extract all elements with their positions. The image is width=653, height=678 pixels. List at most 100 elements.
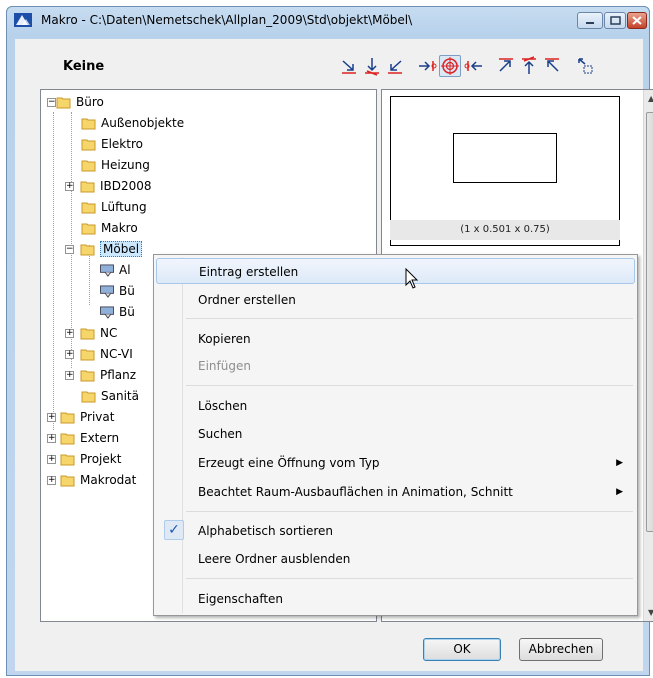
tree-node-label: Büro: [76, 95, 104, 109]
folder-icon: [81, 160, 96, 171]
folder-open-icon: [56, 97, 71, 108]
align-bottom-right-icon[interactable]: [338, 55, 360, 77]
folder-icon: [60, 454, 75, 465]
menu-item-label: Ordner erstellen: [198, 293, 296, 307]
tree-node-makro[interactable]: Makro: [81, 219, 138, 237]
tree-node-label: IBD2008: [100, 179, 152, 193]
align-right-icon[interactable]: [417, 55, 439, 77]
menu-separator: [186, 578, 633, 579]
tree-node-moebel[interactable]: − Möbel: [65, 240, 143, 258]
menu-item-label: Löschen: [198, 399, 248, 413]
tree-node-pflanzen[interactable]: + Pflanz: [65, 366, 136, 384]
folder-open-icon: [80, 244, 95, 255]
tree-node-makrodat[interactable]: + Makrodat: [47, 471, 136, 489]
tree-node-lueftung[interactable]: Lüftung: [81, 198, 147, 216]
align-top-left-icon[interactable]: [541, 55, 563, 77]
expand-icon[interactable]: +: [47, 412, 56, 422]
tree-node-label: Makro: [101, 221, 138, 235]
tree-item-macro-3[interactable]: Bü: [99, 303, 135, 321]
expand-icon[interactable]: +: [65, 181, 74, 191]
center-align-button[interactable]: [439, 55, 461, 77]
align-top-icon[interactable]: [518, 55, 540, 77]
menu-item-label: Kopieren: [198, 332, 251, 346]
scroll-thumb[interactable]: [646, 112, 653, 532]
tree-node-label: Bü: [119, 284, 135, 298]
menu-item-oeffnung-typ[interactable]: Erzeugt eine Öffnung vom Typ ▶: [156, 450, 635, 476]
folder-icon: [80, 328, 95, 339]
tree-node-extern[interactable]: + Extern: [47, 429, 119, 447]
app-icon: [14, 13, 32, 27]
menu-item-raum-ausbauflaechen[interactable]: Beachtet Raum-Ausbauflächen in Animation…: [156, 479, 635, 505]
cancel-button[interactable]: Abbrechen: [519, 638, 603, 661]
selection-label: Keine: [63, 59, 105, 74]
ok-button[interactable]: OK: [423, 638, 501, 661]
tree-node-label: Außenobjekte: [101, 116, 185, 130]
menu-item-label: Alphabetisch sortieren: [198, 524, 334, 538]
tree-node-buero[interactable]: − Büro: [47, 93, 104, 111]
menu-item-ordner-erstellen[interactable]: Ordner erstellen: [156, 287, 635, 313]
align-bottom-left-icon[interactable]: [384, 55, 406, 77]
menu-item-eintrag-erstellen[interactable]: Eintrag erstellen: [156, 258, 635, 284]
minimize-icon: [586, 22, 594, 24]
expand-icon[interactable]: +: [65, 328, 74, 338]
tree-node-label: Sanitä: [101, 389, 139, 403]
context-menu: Eintrag erstellen Ordner erstellen Kopie…: [153, 254, 638, 616]
tree-node-label: Projekt: [80, 452, 122, 466]
tree-node-projekt[interactable]: + Projekt: [47, 450, 121, 468]
maximize-button[interactable]: [604, 12, 626, 29]
scroll-down-icon[interactable]: ▼: [648, 608, 653, 617]
tree-node-label: Pflanz: [100, 368, 137, 382]
align-bottom-icon[interactable]: [361, 55, 383, 77]
folder-icon: [60, 433, 75, 444]
tree-node-nc[interactable]: + NC: [65, 324, 117, 342]
tree-node-privat[interactable]: + Privat: [47, 408, 114, 426]
menu-separator: [186, 318, 633, 319]
title-bar[interactable]: Makro - C:\Daten\Nemetschek\Allplan_2009…: [7, 7, 649, 35]
preview-scrollbar[interactable]: ▲ ▼: [643, 90, 653, 621]
menu-item-label: Einfügen: [198, 359, 251, 373]
tree-node-ibd2008[interactable]: + IBD2008: [65, 177, 152, 195]
tree-node-aussenobjekte[interactable]: Außenobjekte: [81, 114, 184, 132]
folder-icon: [81, 223, 96, 234]
menu-item-label: Erzeugt eine Öffnung vom Typ: [198, 456, 380, 470]
tree-node-label-selected: Möbel: [100, 241, 143, 257]
menu-item-label: Beachtet Raum-Ausbauflächen in Animation…: [198, 485, 513, 499]
expand-icon[interactable]: +: [47, 454, 56, 464]
collapse-icon[interactable]: −: [65, 244, 74, 254]
scroll-up-icon[interactable]: ▲: [648, 94, 653, 103]
menu-item-leere-ordner[interactable]: Leere Ordner ausblenden: [156, 546, 635, 572]
tree-node-label: Heizung: [101, 158, 150, 172]
menu-item-kopieren[interactable]: Kopieren: [156, 326, 635, 352]
expand-icon[interactable]: +: [47, 475, 56, 485]
folder-icon: [81, 139, 96, 150]
expand-icon[interactable]: +: [47, 433, 56, 443]
tree-item-macro-1[interactable]: Al: [99, 261, 131, 279]
menu-item-alphabetisch-sortieren[interactable]: ✓ Alphabetisch sortieren: [156, 518, 635, 544]
expand-icon[interactable]: +: [65, 349, 74, 359]
window-title: Makro - C:\Daten\Nemetschek\Allplan_2009…: [41, 13, 413, 27]
tree-item-macro-2[interactable]: Bü: [99, 282, 135, 300]
expand-icon[interactable]: +: [65, 370, 74, 380]
collapse-icon[interactable]: −: [47, 97, 56, 107]
tree-node-nc-vi[interactable]: + NC-VI: [65, 345, 133, 363]
checkmark-icon: ✓: [164, 520, 184, 540]
tree-node-heizung[interactable]: Heizung: [81, 156, 150, 174]
maximize-icon: [610, 16, 621, 25]
folder-icon: [60, 475, 75, 486]
menu-item-loeschen[interactable]: Löschen: [156, 393, 635, 419]
menu-separator: [186, 385, 633, 386]
align-top-right-icon[interactable]: [495, 55, 517, 77]
folder-icon: [81, 118, 96, 129]
menu-item-suchen[interactable]: Suchen: [156, 421, 635, 447]
minimize-button[interactable]: [577, 12, 603, 29]
folder-icon: [81, 391, 96, 402]
menu-item-eigenschaften[interactable]: Eigenschaften: [156, 586, 635, 612]
menu-item-label: Eintrag erstellen: [199, 265, 299, 279]
tree-node-sanitaer[interactable]: Sanitä: [81, 387, 139, 405]
align-left-icon[interactable]: [462, 55, 484, 77]
preview-dimensions: (1 x 0.501 x 0.75): [390, 220, 620, 240]
menu-separator: [186, 511, 633, 512]
close-button[interactable]: [627, 12, 647, 29]
rotate-place-icon[interactable]: [574, 55, 596, 77]
tree-node-elektro[interactable]: Elektro: [81, 135, 143, 153]
